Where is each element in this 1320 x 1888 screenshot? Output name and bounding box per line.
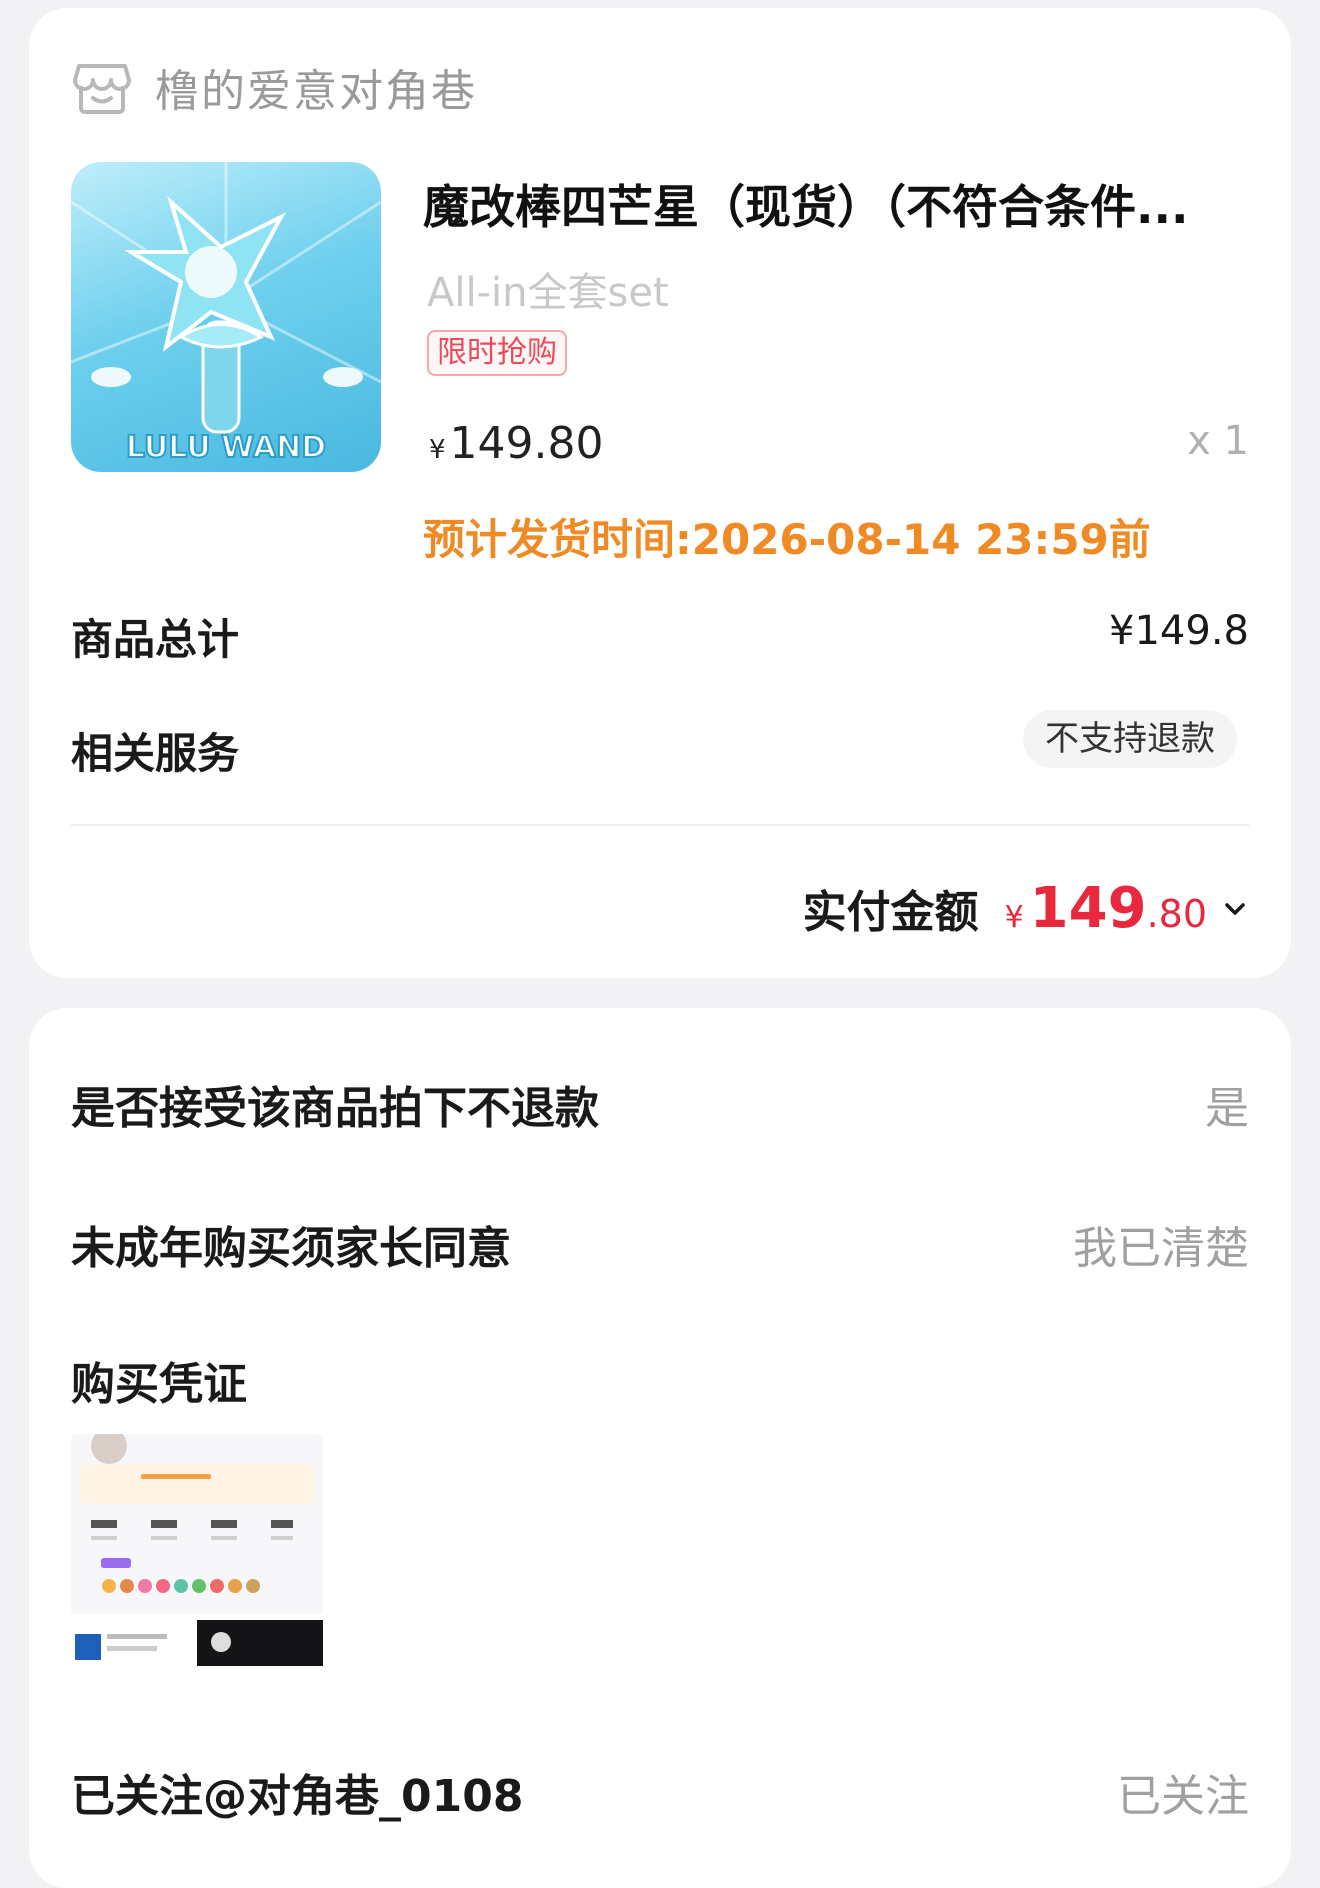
total-label: 商品总计 bbox=[71, 615, 240, 664]
price-symbol: ¥ bbox=[429, 435, 446, 465]
promo-tag: 限时抢购 bbox=[427, 330, 567, 376]
product-thumbnail[interactable]: LULU WAND bbox=[71, 162, 381, 472]
product-quantity: x 1 bbox=[1187, 418, 1249, 464]
paid-decimal: .80 bbox=[1146, 892, 1207, 936]
proof-screenshot bbox=[71, 1434, 323, 1696]
ship-time: 预计发货时间:2026-08-14 23:59前 bbox=[423, 515, 1151, 564]
chevron-down-icon[interactable] bbox=[1221, 895, 1249, 923]
paid-symbol: ¥ bbox=[1004, 900, 1024, 935]
paid-amount-row[interactable]: 实付金额 ¥ 149 .80 bbox=[803, 876, 1249, 941]
wand-image: LULU WAND bbox=[71, 162, 381, 466]
minor-consent-question: 未成年购买须家长同意 bbox=[71, 1223, 511, 1274]
price-value: 149.80 bbox=[449, 418, 604, 469]
order-card: 橹的爱意对角巷 LULU WAND 魔改棒四芒星（现货）（不符合条件... Al… bbox=[29, 8, 1291, 978]
total-value: ¥149.8 bbox=[1109, 608, 1249, 654]
paid-label: 实付金额 bbox=[802, 887, 979, 938]
service-label: 相关服务 bbox=[71, 729, 240, 778]
proof-label: 购买凭证 bbox=[71, 1359, 247, 1410]
product-sku: All-in全套set bbox=[427, 270, 669, 316]
thumb-text: LULU WAND bbox=[126, 430, 326, 465]
extra-info-card: 是否接受该商品拍下不退款 是 未成年购买须家长同意 我已清楚 购买凭证 已关注@… bbox=[29, 1008, 1291, 1888]
minor-consent-answer: 我已清楚 bbox=[1073, 1223, 1249, 1274]
follow-status[interactable]: 已关注 bbox=[1117, 1760, 1249, 1824]
store-name[interactable]: 橹的爱意对角巷 bbox=[155, 55, 477, 119]
divider bbox=[71, 824, 1249, 826]
follow-label: 已关注@对角巷_0108 bbox=[71, 1771, 524, 1822]
product-title[interactable]: 魔改棒四芒星（现货）（不符合条件... bbox=[423, 171, 1253, 237]
no-refund-question: 是否接受该商品拍下不退款 bbox=[71, 1083, 599, 1134]
paid-integer: 149 bbox=[1029, 876, 1147, 941]
service-badge: 不支持退款 bbox=[1023, 710, 1237, 768]
product-price: ¥149.80 bbox=[429, 418, 604, 469]
no-refund-answer: 是 bbox=[1205, 1083, 1249, 1134]
store-icon bbox=[73, 64, 131, 114]
store-header[interactable]: 橹的爱意对角巷 bbox=[71, 54, 477, 120]
proof-image[interactable] bbox=[71, 1434, 323, 1696]
